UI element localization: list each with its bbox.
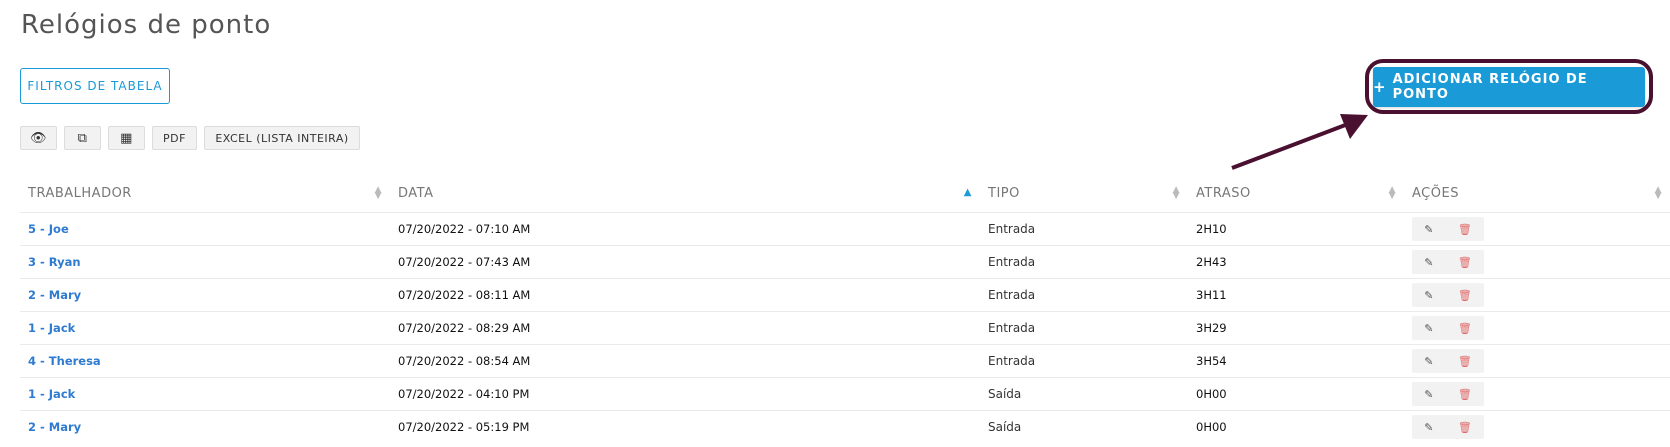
table-row: 4 - Theresa 07/20/2022 - 08:54 AM Entrad… [20, 344, 1670, 378]
worker-link[interactable]: 2 - Mary [20, 410, 390, 443]
column-header-actions[interactable]: AÇÕES ▲ ▼ [1404, 174, 1670, 213]
edit-icon[interactable]: ✎ [1424, 421, 1433, 434]
delete-icon[interactable]: 🗑 [1458, 322, 1472, 335]
actions-cell: ✎ 🗑 [1404, 410, 1670, 443]
type-cell: Entrada [980, 212, 1188, 246]
worker-link[interactable]: 1 - Jack [20, 311, 390, 345]
date-cell: 07/20/2022 - 07:43 AM [390, 245, 980, 279]
table-row: 2 - Mary 07/20/2022 - 05:19 PM Saída 0H0… [20, 410, 1670, 443]
row-actions: ✎ 🗑 [1412, 349, 1484, 373]
type-cell: Entrada [980, 344, 1188, 378]
edit-icon[interactable]: ✎ [1424, 256, 1433, 269]
date-cell: 07/20/2022 - 08:29 AM [390, 311, 980, 345]
table-row: 3 - Ryan 07/20/2022 - 07:43 AM Entrada 2… [20, 245, 1670, 279]
date-cell: 07/20/2022 - 07:10 AM [390, 212, 980, 246]
type-cell: Entrada [980, 278, 1188, 312]
delete-icon[interactable]: 🗑 [1458, 355, 1472, 368]
export-toolbar: 👁 ⧉ ▦ PDF EXCEL (LISTA INTEIRA) [20, 126, 360, 150]
worker-link[interactable]: 5 - Joe [20, 212, 390, 246]
sort-icon: ▲ ▼ [1654, 185, 1662, 201]
edit-icon[interactable]: ✎ [1424, 322, 1433, 335]
sort-icon: ▲ ▼ [1172, 185, 1180, 201]
delay-cell: 2H10 [1188, 212, 1404, 246]
delay-cell: 0H00 [1188, 377, 1404, 411]
plus-icon: + [1373, 78, 1387, 96]
type-cell: Saída [980, 377, 1188, 411]
type-cell: Saída [980, 410, 1188, 443]
table-icon[interactable]: ▦ [108, 126, 145, 150]
actions-cell: ✎ 🗑 [1404, 344, 1670, 378]
time-clock-table: TRABALHADOR ▲ ▼ DATA ▲ TIPO ▲ ▼ ATRASO ▲ ▼ AÇÕE… [20, 174, 1670, 443]
type-cell: Entrada [980, 311, 1188, 345]
column-header-delay[interactable]: ATRASO ▲ ▼ [1188, 174, 1404, 213]
delay-cell: 3H54 [1188, 344, 1404, 378]
delete-icon[interactable]: 🗑 [1458, 289, 1472, 302]
pdf-button[interactable]: PDF [152, 126, 197, 150]
row-actions: ✎ 🗑 [1412, 316, 1484, 340]
add-time-clock-button[interactable]: + ADICIONAR RELÓGIO DE PONTO [1373, 67, 1645, 107]
edit-icon[interactable]: ✎ [1424, 223, 1433, 236]
delay-cell: 0H00 [1188, 410, 1404, 443]
delay-cell: 3H11 [1188, 278, 1404, 312]
actions-cell: ✎ 🗑 [1404, 245, 1670, 279]
sort-icon: ▲ ▼ [374, 185, 382, 201]
row-actions: ✎ 🗑 [1412, 250, 1484, 274]
row-actions: ✎ 🗑 [1412, 415, 1484, 439]
row-actions: ✎ 🗑 [1412, 217, 1484, 241]
worker-link[interactable]: 3 - Ryan [20, 245, 390, 279]
column-header-worker[interactable]: TRABALHADOR ▲ ▼ [20, 174, 390, 213]
annotation-arrow-icon [1231, 114, 1368, 170]
sort-icon: ▲ ▼ [1388, 185, 1396, 201]
edit-icon[interactable]: ✎ [1424, 289, 1433, 302]
date-cell: 07/20/2022 - 05:19 PM [390, 410, 980, 443]
table-header-row: TRABALHADOR ▲ ▼ DATA ▲ TIPO ▲ ▼ ATRASO ▲ ▼ AÇÕE… [20, 174, 1670, 213]
table-filters-button[interactable]: FILTROS DE TABELA [20, 68, 170, 104]
delete-icon[interactable]: 🗑 [1458, 223, 1472, 236]
copy-icon[interactable]: ⧉ [64, 126, 101, 150]
type-cell: Entrada [980, 245, 1188, 279]
delay-cell: 3H29 [1188, 311, 1404, 345]
actions-cell: ✎ 🗑 [1404, 311, 1670, 345]
actions-cell: ✎ 🗑 [1404, 377, 1670, 411]
row-actions: ✎ 🗑 [1412, 382, 1484, 406]
worker-link[interactable]: 2 - Mary [20, 278, 390, 312]
table-row: 5 - Joe 07/20/2022 - 07:10 AM Entrada 2H… [20, 212, 1670, 246]
excel-button[interactable]: EXCEL (LISTA INTEIRA) [204, 126, 360, 150]
delete-icon[interactable]: 🗑 [1458, 388, 1472, 401]
worker-link[interactable]: 1 - Jack [20, 377, 390, 411]
column-header-date[interactable]: DATA ▲ [390, 174, 980, 213]
sort-asc-icon: ▲ [963, 187, 972, 198]
delay-cell: 2H43 [1188, 245, 1404, 279]
date-cell: 07/20/2022 - 08:11 AM [390, 278, 980, 312]
edit-icon[interactable]: ✎ [1424, 388, 1433, 401]
actions-cell: ✎ 🗑 [1404, 212, 1670, 246]
row-actions: ✎ 🗑 [1412, 283, 1484, 307]
column-header-type[interactable]: TIPO ▲ ▼ [980, 174, 1188, 213]
table-row: 2 - Mary 07/20/2022 - 08:11 AM Entrada 3… [20, 278, 1670, 312]
edit-icon[interactable]: ✎ [1424, 355, 1433, 368]
delete-icon[interactable]: 🗑 [1458, 421, 1472, 434]
eye-icon[interactable]: 👁 [20, 126, 57, 150]
page-title: Relógios de ponto [21, 10, 272, 40]
date-cell: 07/20/2022 - 04:10 PM [390, 377, 980, 411]
actions-cell: ✎ 🗑 [1404, 278, 1670, 312]
table-row: 1 - Jack 07/20/2022 - 04:10 PM Saída 0H0… [20, 377, 1670, 411]
delete-icon[interactable]: 🗑 [1458, 256, 1472, 269]
table-row: 1 - Jack 07/20/2022 - 08:29 AM Entrada 3… [20, 311, 1670, 345]
worker-link[interactable]: 4 - Theresa [20, 344, 390, 378]
date-cell: 07/20/2022 - 08:54 AM [390, 344, 980, 378]
add-time-clock-label: ADICIONAR RELÓGIO DE PONTO [1392, 72, 1588, 102]
